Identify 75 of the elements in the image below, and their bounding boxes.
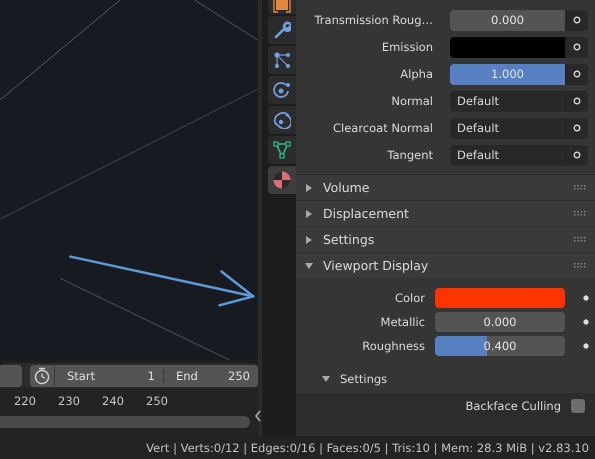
checkbox-label: Backface Culling	[465, 399, 561, 413]
end-value: 250	[228, 368, 250, 382]
end-label: End	[176, 368, 198, 382]
dropdown-field[interactable]: Default	[450, 90, 565, 112]
triangle-mesh-icon	[273, 141, 291, 159]
frame-number: 230	[58, 394, 81, 408]
nodes-icon	[273, 51, 291, 69]
property-label: Tangent	[386, 148, 434, 162]
panel-header[interactable]: Volume	[296, 174, 595, 200]
subpanel-header[interactable]: Settings	[296, 365, 595, 393]
panel-header[interactable]: Viewport Display	[296, 252, 595, 278]
grip-icon[interactable]	[574, 263, 587, 268]
particles-tab[interactable]	[268, 46, 296, 74]
socket-icon	[573, 43, 581, 51]
property-label: Normal	[390, 94, 434, 108]
square-icon	[273, 0, 291, 14]
dropdown-field[interactable]: Default	[450, 118, 565, 138]
property-label: Clearcoat Normal	[332, 121, 434, 135]
material-sphere-icon	[272, 170, 292, 190]
start-frame-field[interactable]: Start 1	[55, 368, 164, 382]
value-slider[interactable]: 0.000	[435, 312, 565, 332]
property-label: Roughness	[361, 339, 426, 353]
disclosure-triangle-icon	[322, 375, 330, 383]
frame-number: 240	[102, 394, 125, 408]
status-text: Vert | Verts:0/12 | Edges:0/16 | Faces:0/5 | Tris:10 | Mem: 28.3 MiB | v2.83.10	[146, 440, 589, 454]
collapse-icon[interactable]	[254, 410, 262, 422]
keyframe-dot-icon[interactable]	[583, 319, 589, 325]
link-icon	[273, 111, 291, 129]
socket-icon	[573, 124, 581, 132]
socket-icon	[573, 151, 581, 159]
property-label: Metallic	[380, 315, 426, 329]
dropdown-field[interactable]: Default	[450, 144, 565, 166]
socket-button[interactable]	[565, 144, 588, 166]
checkbox[interactable]	[571, 399, 585, 413]
disclosure-triangle-icon	[305, 236, 313, 244]
socket-button[interactable]	[565, 64, 588, 84]
panel-header[interactable]: Displacement	[296, 200, 595, 226]
color-swatch[interactable]	[435, 288, 565, 308]
modifier-tab[interactable]	[268, 16, 296, 44]
constraints-tab[interactable]	[268, 106, 296, 134]
end-frame-field[interactable]: End 250	[164, 368, 258, 382]
panel-header[interactable]: Settings	[296, 226, 595, 252]
data-tab[interactable]	[268, 136, 296, 164]
frame-field[interactable]	[0, 364, 22, 386]
frame-number: 220	[14, 394, 37, 408]
grip-icon[interactable]	[574, 237, 587, 242]
grip-icon[interactable]	[574, 211, 587, 216]
grip-icon[interactable]	[574, 185, 587, 190]
wrench-icon	[273, 21, 291, 39]
socket-button[interactable]	[565, 90, 588, 112]
disclosure-triangle-icon	[305, 184, 313, 192]
material-tab[interactable]	[268, 166, 296, 194]
start-value: 1	[148, 368, 155, 382]
physics-tab[interactable]	[268, 76, 296, 104]
socket-button[interactable]	[565, 10, 588, 30]
object-tab[interactable]	[268, 0, 296, 14]
disclosure-triangle-icon	[305, 210, 313, 218]
keyframe-dot-icon[interactable]	[583, 343, 589, 349]
value-slider[interactable]: 0.000	[450, 10, 565, 30]
property-label: Alpha	[399, 67, 434, 81]
keyframe-dot-icon[interactable]	[583, 295, 589, 301]
color-swatch[interactable]	[450, 36, 565, 58]
orbit-icon	[273, 81, 291, 99]
frame-number: 250	[146, 394, 169, 408]
socket-icon	[573, 16, 581, 24]
socket-button[interactable]	[565, 118, 588, 138]
property-label: Transmission Roug…	[313, 13, 434, 27]
socket-button[interactable]	[565, 36, 588, 58]
property-label: Color	[394, 291, 426, 305]
scrollbar[interactable]	[0, 416, 250, 428]
socket-icon	[573, 70, 581, 78]
start-label: Start	[67, 368, 96, 382]
socket-icon	[573, 97, 581, 105]
disclosure-triangle-icon	[305, 262, 313, 270]
property-label: Emission	[380, 40, 434, 54]
